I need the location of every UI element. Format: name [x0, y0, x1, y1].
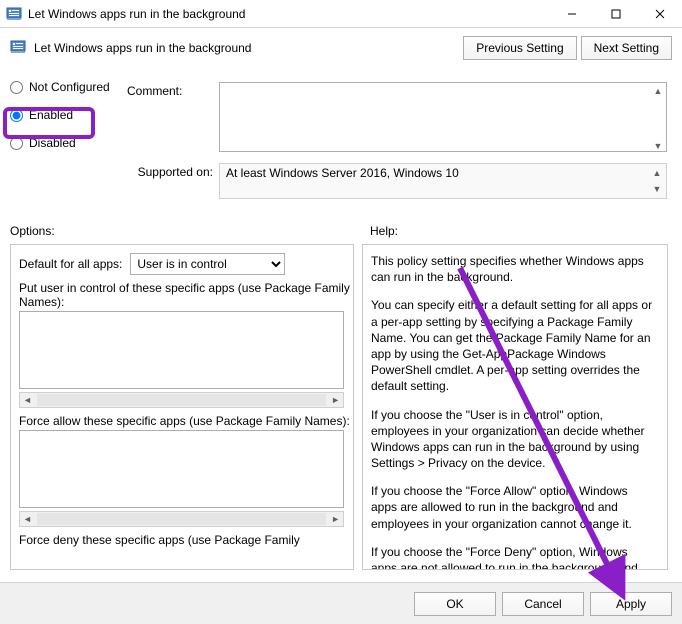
- radio-not-configured-input[interactable]: [10, 81, 23, 94]
- window-controls: [550, 0, 682, 28]
- chevron-right-icon: ►: [328, 514, 343, 524]
- maximize-button[interactable]: [594, 0, 638, 28]
- supported-on-label: Supported on:: [127, 165, 213, 179]
- state-radios: Not Configured Enabled Disabled: [10, 80, 110, 150]
- next-setting-button[interactable]: Next Setting: [581, 36, 672, 60]
- title-bar: Let Windows apps run in the background: [0, 0, 682, 28]
- policy-icon: [6, 6, 22, 22]
- supported-on-box: At least Windows Server 2016, Windows 10…: [219, 163, 667, 199]
- close-button[interactable]: [638, 0, 682, 28]
- radio-disabled[interactable]: Disabled: [10, 136, 110, 150]
- radio-enabled-input[interactable]: [10, 109, 23, 122]
- options-label: Options:: [10, 224, 360, 238]
- chevron-down-icon: ▼: [651, 139, 665, 153]
- put-user-in-control-label: Put user in control of these specific ap…: [19, 281, 354, 309]
- minimize-button[interactable]: [550, 0, 594, 28]
- force-allow-label: Force allow these specific apps (use Pac…: [19, 414, 354, 428]
- options-panel: Default for all apps: User is in control…: [10, 244, 354, 570]
- help-paragraph: This policy setting specifies whether Wi…: [371, 253, 653, 285]
- supported-on-value: At least Windows Server 2016, Windows 10: [226, 166, 459, 180]
- chevron-left-icon: ◄: [20, 395, 35, 405]
- chevron-up-icon: ▲: [651, 84, 665, 98]
- radio-disabled-input[interactable]: [10, 137, 23, 150]
- default-for-all-apps-label: Default for all apps:: [19, 257, 122, 271]
- put-user-in-control-textarea[interactable]: [19, 311, 344, 389]
- header: Let Windows apps run in the background P…: [0, 28, 682, 66]
- policy-title: Let Windows apps run in the background: [34, 41, 463, 55]
- help-paragraph: If you choose the "Force Allow" option, …: [371, 483, 653, 532]
- help-panel[interactable]: This policy setting specifies whether Wi…: [362, 244, 668, 570]
- apply-button[interactable]: Apply: [590, 592, 672, 616]
- radio-enabled-label: Enabled: [29, 108, 73, 122]
- force-allow-textarea[interactable]: [19, 430, 344, 508]
- window-title: Let Windows apps run in the background: [28, 7, 550, 21]
- comment-textarea[interactable]: [219, 82, 667, 152]
- help-paragraph: If you choose the "Force Deny" option, W…: [371, 544, 653, 570]
- chevron-down-icon: ▼: [650, 182, 664, 196]
- chevron-left-icon: ◄: [20, 514, 35, 524]
- policy-icon: [10, 39, 26, 58]
- help-paragraph: You can specify either a default setting…: [371, 297, 653, 394]
- comment-label: Comment:: [127, 84, 182, 98]
- help-label: Help:: [360, 224, 672, 238]
- previous-setting-button[interactable]: Previous Setting: [463, 36, 576, 60]
- help-paragraph: If you choose the "User is in control" o…: [371, 407, 653, 472]
- scrollbar-horizontal[interactable]: ◄►: [19, 392, 344, 408]
- default-for-all-apps-select[interactable]: User is in control: [130, 253, 285, 275]
- force-deny-label: Force deny these specific apps (use Pack…: [19, 533, 354, 547]
- radio-enabled[interactable]: Enabled: [10, 108, 110, 122]
- radio-not-configured-label: Not Configured: [29, 80, 110, 94]
- panel-labels: Options: Help:: [10, 224, 672, 238]
- ok-button[interactable]: OK: [414, 592, 496, 616]
- cancel-button[interactable]: Cancel: [502, 592, 584, 616]
- radio-not-configured[interactable]: Not Configured: [10, 80, 110, 94]
- radio-disabled-label: Disabled: [29, 136, 76, 150]
- chevron-right-icon: ►: [328, 395, 343, 405]
- scrollbar-horizontal[interactable]: ◄►: [19, 511, 344, 527]
- chevron-up-icon: ▲: [650, 166, 664, 180]
- dialog-button-bar: OK Cancel Apply: [0, 582, 682, 624]
